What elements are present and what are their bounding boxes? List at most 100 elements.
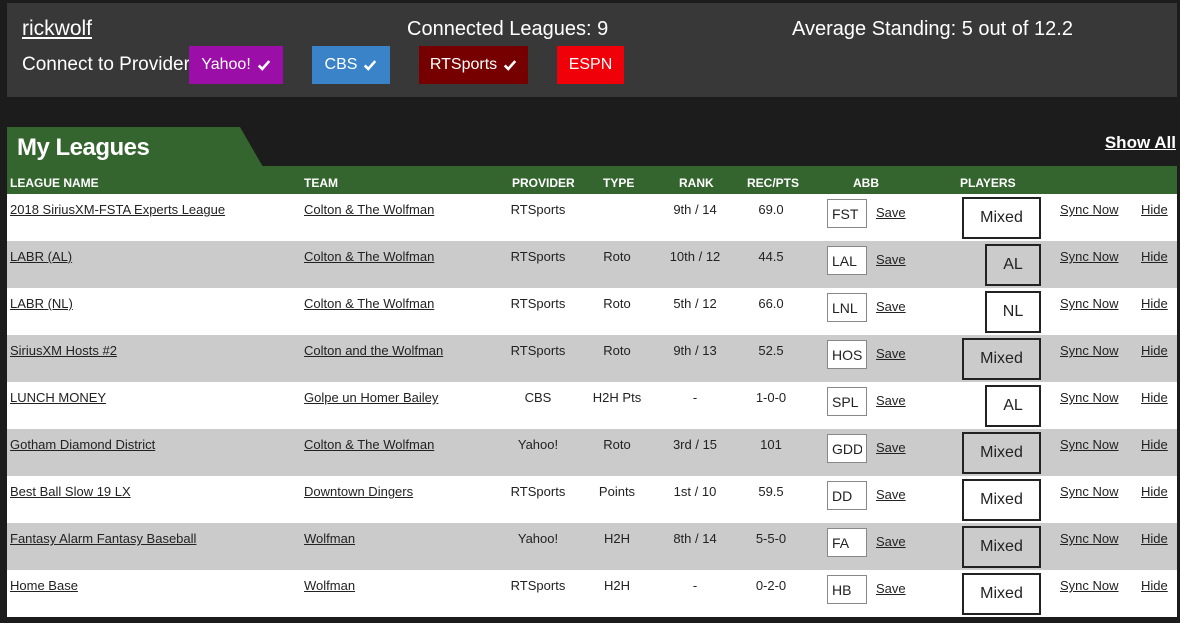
rank-cell: 5th / 12 bbox=[673, 296, 717, 311]
save-abbreviation-link[interactable]: Save bbox=[876, 393, 906, 408]
sync-now-link[interactable]: Sync Now bbox=[1060, 296, 1119, 311]
league-name-link[interactable]: LABR (AL) bbox=[10, 249, 72, 264]
players-pool-button[interactable]: AL bbox=[985, 244, 1041, 286]
team-name-link[interactable]: Colton & The Wolfman bbox=[304, 202, 434, 217]
hide-link[interactable]: Hide bbox=[1141, 484, 1168, 499]
sync-now-link[interactable]: Sync Now bbox=[1060, 484, 1119, 499]
save-abbreviation-link[interactable]: Save bbox=[876, 252, 906, 267]
sync-now-link[interactable]: Sync Now bbox=[1060, 578, 1119, 593]
column-header-abb: ABB bbox=[853, 176, 879, 190]
save-abbreviation-link[interactable]: Save bbox=[876, 205, 906, 220]
hide-link[interactable]: Hide bbox=[1141, 202, 1168, 217]
players-pool-button[interactable]: Mixed bbox=[962, 197, 1041, 239]
save-abbreviation-link[interactable]: Save bbox=[876, 299, 906, 314]
league-name-link[interactable]: Best Ball Slow 19 LX bbox=[10, 484, 131, 499]
connected-leagues-count: Connected Leagues: 9 bbox=[407, 18, 609, 40]
players-pool-button[interactable]: NL bbox=[985, 291, 1041, 333]
hide-link[interactable]: Hide bbox=[1141, 578, 1168, 593]
rec-pts-cell: 52.5 bbox=[758, 343, 784, 358]
team-name-link[interactable]: Colton & The Wolfman bbox=[304, 437, 434, 452]
table-row: LUNCH MONEY Golpe un Homer Bailey CBS H2H P… bbox=[7, 382, 1177, 429]
save-abbreviation-link[interactable]: Save bbox=[876, 440, 906, 455]
hide-link[interactable]: Hide bbox=[1141, 343, 1168, 358]
column-header-team: TEAM bbox=[304, 176, 338, 190]
league-name-link[interactable]: Home Base bbox=[10, 578, 78, 593]
provider-cell: RTSports bbox=[510, 249, 566, 264]
sync-now-link[interactable]: Sync Now bbox=[1060, 249, 1119, 264]
type-cell: Roto bbox=[603, 437, 631, 452]
column-header-rec: REC/PTS bbox=[747, 176, 800, 190]
abbreviation-input[interactable] bbox=[827, 387, 867, 416]
abbreviation-input[interactable] bbox=[827, 293, 867, 322]
rank-cell: 9th / 13 bbox=[673, 343, 717, 358]
save-abbreviation-link[interactable]: Save bbox=[876, 581, 906, 596]
provider-button-yahoo[interactable]: Yahoo! bbox=[189, 46, 283, 84]
players-pool-button[interactable]: Mixed bbox=[962, 479, 1041, 521]
team-name-link[interactable]: Golpe un Homer Bailey bbox=[304, 390, 438, 405]
abbreviation-input[interactable] bbox=[827, 575, 867, 604]
team-name-link[interactable]: Wolfman bbox=[304, 531, 355, 546]
sync-now-link[interactable]: Sync Now bbox=[1060, 437, 1119, 452]
rec-pts-cell: 59.5 bbox=[758, 484, 784, 499]
save-abbreviation-link[interactable]: Save bbox=[876, 487, 906, 502]
save-abbreviation-link[interactable]: Save bbox=[876, 534, 906, 549]
players-pool-button[interactable]: Mixed bbox=[962, 573, 1041, 615]
league-name-link[interactable]: LUNCH MONEY bbox=[10, 390, 106, 405]
column-header-players: PLAYERS bbox=[960, 176, 1016, 190]
table-row: LABR (AL) Colton & The Wolfman RTSports Rot… bbox=[7, 241, 1177, 288]
my-leagues-tab: My Leagues bbox=[7, 127, 263, 167]
team-name-link[interactable]: Colton & The Wolfman bbox=[304, 296, 434, 311]
league-name-link[interactable]: Fantasy Alarm Fantasy Baseball bbox=[10, 531, 196, 546]
abbreviation-input[interactable] bbox=[827, 340, 867, 369]
type-cell: Roto bbox=[603, 343, 631, 358]
sync-now-link[interactable]: Sync Now bbox=[1060, 531, 1119, 546]
sync-now-link[interactable]: Sync Now bbox=[1060, 202, 1119, 217]
league-name-link[interactable]: 2018 SiriusXM-FSTA Experts League bbox=[10, 202, 225, 217]
provider-label: ESPN bbox=[568, 56, 613, 73]
league-name-link[interactable]: Gotham Diamond District bbox=[10, 437, 155, 452]
provider-cell: RTSports bbox=[510, 296, 566, 311]
provider-cell: CBS bbox=[524, 390, 552, 405]
abbreviation-input[interactable] bbox=[827, 481, 867, 510]
players-pool-button[interactable]: Mixed bbox=[962, 338, 1041, 380]
players-pool-button[interactable]: Mixed bbox=[962, 432, 1041, 474]
league-name-link[interactable]: LABR (NL) bbox=[10, 296, 73, 311]
provider-button-rtsports[interactable]: RTSports bbox=[419, 46, 528, 84]
type-cell: Roto bbox=[603, 296, 631, 311]
sync-now-link[interactable]: Sync Now bbox=[1060, 390, 1119, 405]
sync-now-link[interactable]: Sync Now bbox=[1060, 343, 1119, 358]
team-name-link[interactable]: Colton and the Wolfman bbox=[304, 343, 443, 358]
hide-link[interactable]: Hide bbox=[1141, 296, 1168, 311]
team-name-link[interactable]: Colton & The Wolfman bbox=[304, 249, 434, 264]
provider-label: RTSports bbox=[429, 56, 498, 73]
hide-link[interactable]: Hide bbox=[1141, 437, 1168, 452]
save-abbreviation-link[interactable]: Save bbox=[876, 346, 906, 361]
rank-cell: 10th / 12 bbox=[669, 249, 721, 264]
league-name-link[interactable]: SiriusXM Hosts #2 bbox=[10, 343, 117, 358]
hide-link[interactable]: Hide bbox=[1141, 531, 1168, 546]
table-header: LEAGUE NAME TEAM PROVIDER TYPE RANK REC/… bbox=[7, 166, 1177, 194]
abbreviation-input[interactable] bbox=[827, 528, 867, 557]
rec-pts-cell: 44.5 bbox=[758, 249, 784, 264]
hide-link[interactable]: Hide bbox=[1141, 249, 1168, 264]
team-name-link[interactable]: Wolfman bbox=[304, 578, 355, 593]
provider-button-cbs[interactable]: CBS bbox=[312, 46, 390, 84]
abbreviation-input[interactable] bbox=[827, 199, 867, 228]
checkmark-icon bbox=[257, 60, 270, 71]
hide-link[interactable]: Hide bbox=[1141, 390, 1168, 405]
provider-label: Yahoo! bbox=[201, 56, 251, 73]
account-header: rickwolf Connected Leagues: 9 Average St… bbox=[7, 3, 1177, 97]
rec-pts-cell: 5-5-0 bbox=[755, 531, 787, 546]
abbreviation-input[interactable] bbox=[827, 246, 867, 275]
team-name-link[interactable]: Downtown Dingers bbox=[304, 484, 413, 499]
show-all-link[interactable]: Show All bbox=[1105, 133, 1176, 153]
players-pool-button[interactable]: AL bbox=[985, 385, 1041, 427]
rec-pts-cell: 69.0 bbox=[758, 202, 784, 217]
abbreviation-input[interactable] bbox=[827, 434, 867, 463]
username-link[interactable]: rickwolf bbox=[22, 17, 92, 41]
provider-cell: RTSports bbox=[510, 484, 566, 499]
type-cell: Points bbox=[598, 484, 636, 499]
players-pool-button[interactable]: Mixed bbox=[962, 526, 1041, 568]
rank-cell: 8th / 14 bbox=[673, 531, 717, 546]
provider-button-espn[interactable]: ESPN bbox=[557, 46, 624, 84]
